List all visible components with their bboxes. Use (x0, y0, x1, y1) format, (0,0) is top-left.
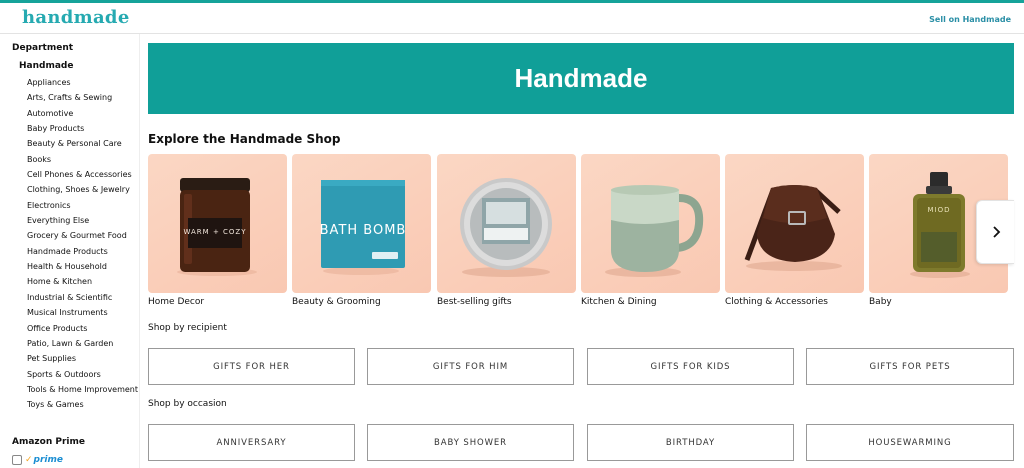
department-item-books[interactable]: Books (27, 152, 139, 167)
bath-bomb-image[interactable]: BATH BOMB (292, 154, 431, 293)
carousel-next-button[interactable] (976, 200, 1014, 264)
category-card-best-selling-gifts[interactable]: Best-selling gifts (437, 154, 576, 314)
oil-bottle-brand-text: MIOD (927, 206, 950, 214)
department-item-electronics[interactable]: Electronics (27, 198, 139, 213)
department-item-everything-else[interactable]: Everything Else (27, 213, 139, 228)
explore-heading: Explore the Handmade Shop (148, 132, 341, 146)
department-list: Appliances Arts, Crafts & Sewing Automot… (27, 75, 139, 413)
department-item-toys-games[interactable]: Toys & Games (27, 397, 139, 412)
soap-tin-image[interactable] (437, 154, 576, 293)
leather-bag-image[interactable] (725, 154, 864, 293)
category-label-beauty-grooming[interactable]: Beauty & Grooming (292, 297, 381, 307)
hero-banner: Handmade (148, 43, 1014, 114)
department-item-baby-products[interactable]: Baby Products (27, 121, 139, 136)
category-carousel: WARM + COZY Home Decor BATH BOMB Beauty … (148, 154, 1014, 314)
birthday-button[interactable]: BIRTHDAY (587, 424, 794, 461)
department-heading: Department (12, 43, 74, 53)
header: handmade Sell on Handmade (0, 3, 1024, 34)
department-item-handmade-products[interactable]: Handmade Products (27, 244, 139, 259)
department-item-pet-supplies[interactable]: Pet Supplies (27, 351, 139, 366)
category-label-kitchen-dining[interactable]: Kitchen & Dining (581, 297, 657, 307)
category-card-home-decor[interactable]: WARM + COZY Home Decor (148, 154, 287, 314)
category-card-beauty-grooming[interactable]: BATH BOMB Beauty & Grooming (292, 154, 431, 314)
prime-checkbox[interactable] (12, 455, 22, 465)
department-current[interactable]: Handmade (19, 61, 73, 71)
category-label-clothing-accessories[interactable]: Clothing & Accessories (725, 297, 828, 307)
hero-title: Handmade (514, 63, 648, 93)
category-label-home-decor[interactable]: Home Decor (148, 297, 204, 307)
prime-logo: ✓ prime (25, 455, 63, 465)
baby-shower-button[interactable]: BABY SHOWER (367, 424, 574, 461)
shop-by-occasion-heading: Shop by occasion (148, 399, 227, 409)
department-sidebar: Department Handmade Appliances Arts, Cra… (0, 34, 140, 468)
candle-jar-image[interactable]: WARM + COZY (148, 154, 287, 293)
prime-logo-text: prime (33, 455, 63, 465)
anniversary-button[interactable]: ANNIVERSARY (148, 424, 355, 461)
department-item-beauty-personal-care[interactable]: Beauty & Personal Care (27, 136, 139, 151)
department-item-arts-crafts-sewing[interactable]: Arts, Crafts & Sewing (27, 90, 139, 105)
department-item-sports-outdoors[interactable]: Sports & Outdoors (27, 367, 139, 382)
candle-label-text: WARM + COZY (183, 228, 246, 236)
shop-by-recipient-heading: Shop by recipient (148, 323, 227, 333)
department-item-musical-instruments[interactable]: Musical Instruments (27, 305, 139, 320)
gifts-for-kids-button[interactable]: GIFTS FOR KIDS (587, 348, 794, 385)
prime-check-icon: ✓ (25, 455, 33, 465)
sell-on-handmade-link[interactable]: Sell on Handmade (929, 15, 1011, 24)
bath-bomb-box-text: BATH BOMB (320, 223, 407, 238)
category-card-clothing-accessories[interactable]: Clothing & Accessories (725, 154, 864, 314)
gifts-for-her-button[interactable]: GIFTS FOR HER (148, 348, 355, 385)
amazon-prime-heading: Amazon Prime (12, 437, 85, 447)
chevron-right-icon (992, 226, 1000, 238)
category-label-baby[interactable]: Baby (869, 297, 892, 307)
ceramic-mug-image[interactable] (581, 154, 720, 293)
gifts-for-him-button[interactable]: GIFTS FOR HIM (367, 348, 574, 385)
department-item-clothing-shoes-jewelry[interactable]: Clothing, Shoes & Jewelry (27, 182, 139, 197)
department-item-office-products[interactable]: Office Products (27, 321, 139, 336)
department-item-tools-home-improvement[interactable]: Tools & Home Improvement (27, 382, 139, 397)
department-item-home-kitchen[interactable]: Home & Kitchen (27, 274, 139, 289)
handmade-logo[interactable]: handmade (22, 7, 130, 28)
department-item-industrial-scientific[interactable]: Industrial & Scientific (27, 290, 139, 305)
gifts-for-pets-button[interactable]: GIFTS FOR PETS (806, 348, 1014, 385)
department-item-health-household[interactable]: Health & Household (27, 259, 139, 274)
prime-filter[interactable]: ✓ prime (12, 454, 63, 466)
department-item-automotive[interactable]: Automotive (27, 106, 139, 121)
category-card-kitchen-dining[interactable]: Kitchen & Dining (581, 154, 720, 314)
department-item-patio-lawn-garden[interactable]: Patio, Lawn & Garden (27, 336, 139, 351)
category-label-best-selling-gifts[interactable]: Best-selling gifts (437, 297, 512, 307)
housewarming-button[interactable]: HOUSEWARMING (806, 424, 1014, 461)
department-item-grocery[interactable]: Grocery & Gourmet Food (27, 228, 139, 243)
department-item-cell-phones[interactable]: Cell Phones & Accessories (27, 167, 139, 182)
department-item-appliances[interactable]: Appliances (27, 75, 139, 90)
